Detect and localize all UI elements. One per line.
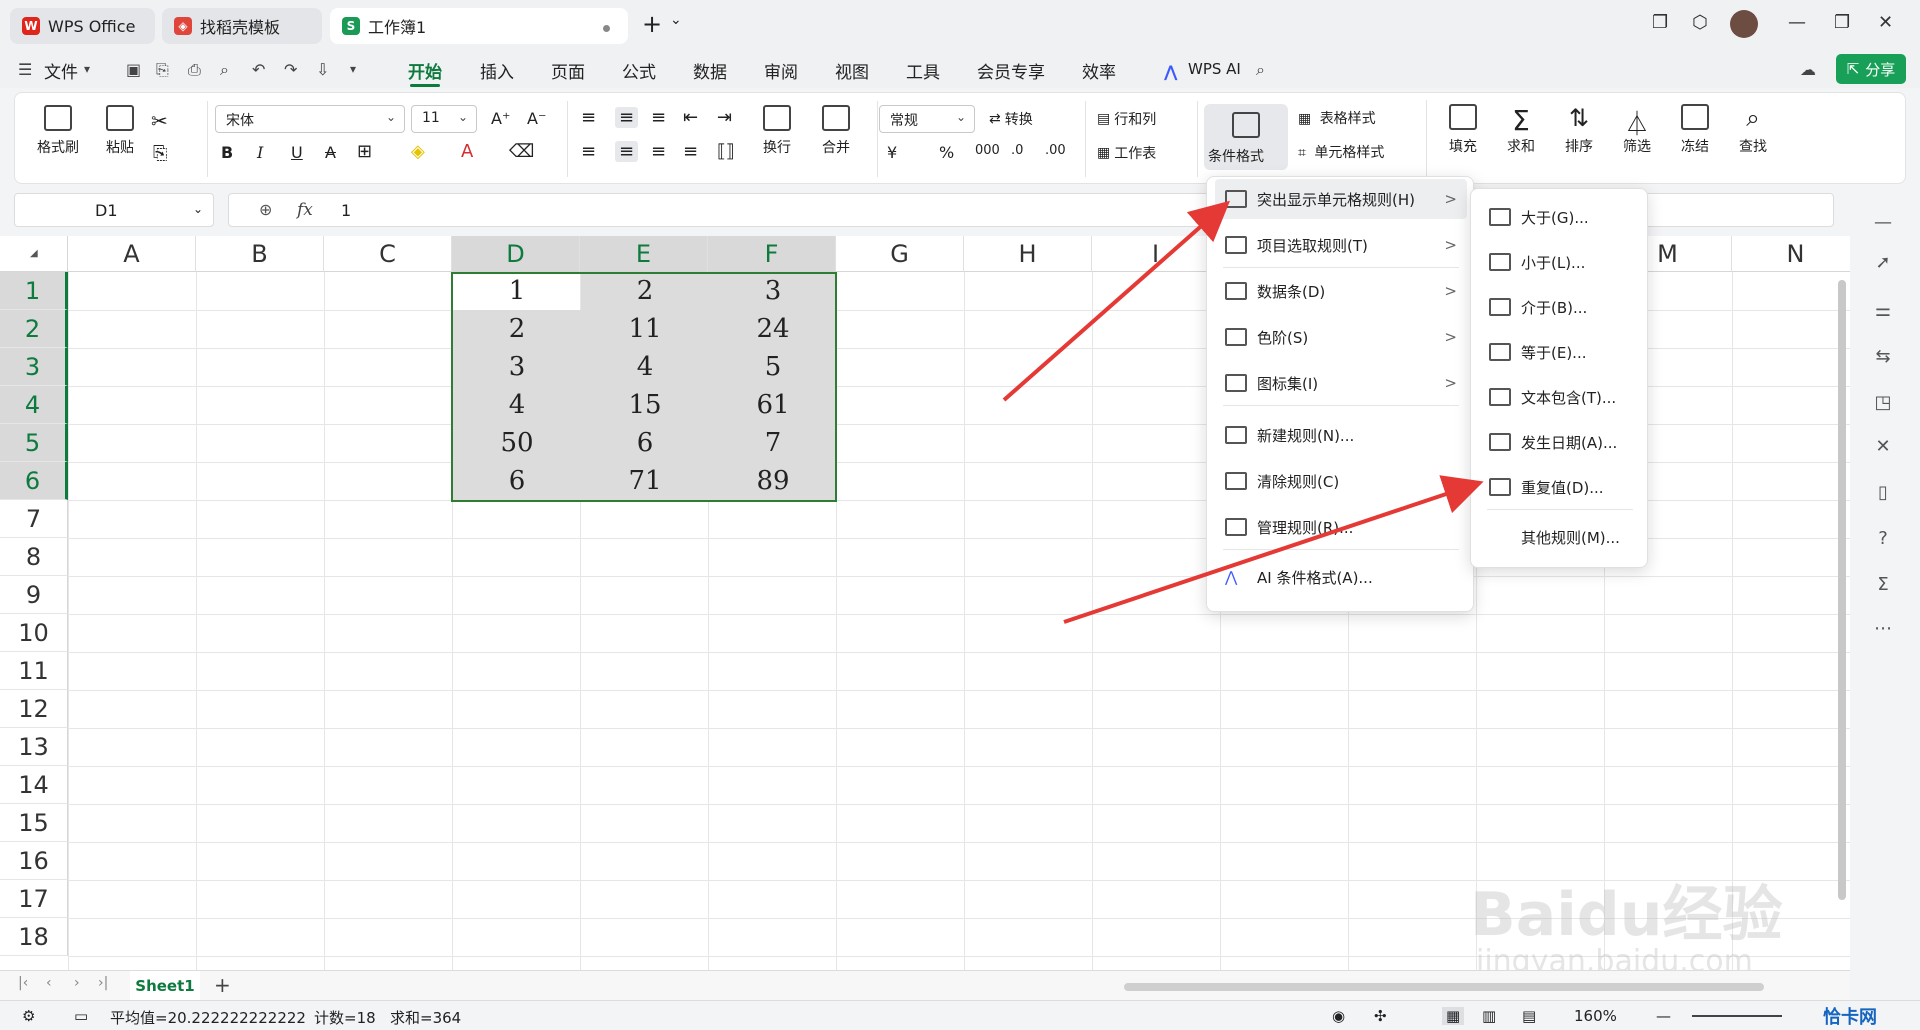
tools-icon[interactable]: ✕ (1872, 436, 1894, 458)
more-icon[interactable]: ⋯ (1872, 618, 1894, 640)
collapse-icon[interactable]: — (1872, 212, 1894, 234)
zoom-level[interactable]: 160% (1574, 1007, 1617, 1025)
status-average: 平均值=20.222222222222 (110, 1009, 306, 1027)
last-sheet-icon[interactable]: ›| (98, 975, 108, 991)
crosshair-icon[interactable]: ✣ (1374, 1007, 1387, 1025)
zoom-out-icon[interactable]: — (1656, 1007, 1671, 1025)
corner-watermark: 恰卡网 (1823, 1007, 1877, 1028)
first-sheet-icon[interactable]: |‹ (18, 975, 28, 991)
arrow-to-duplicate-values (1063, 475, 1484, 624)
next-sheet-icon[interactable]: › (74, 975, 80, 991)
selection-mode-icon[interactable]: ▭ (74, 1007, 88, 1025)
arrow-to-highlight-rules (1002, 200, 1231, 402)
normal-view-icon[interactable]: ▦ (1442, 1007, 1465, 1025)
sheet-tab-sheet1[interactable]: Sheet1 (130, 971, 200, 1001)
book-icon[interactable]: ▯ (1872, 482, 1894, 504)
page-layout-icon[interactable]: ▥ (1482, 1007, 1496, 1025)
transfer-icon[interactable]: ⇆ (1872, 346, 1894, 368)
sigma-icon[interactable]: Σ (1872, 574, 1894, 596)
zoom-slider[interactable] (1692, 1015, 1782, 1017)
prev-sheet-icon[interactable]: ‹ (46, 975, 52, 991)
cursor-icon[interactable]: ➚ (1872, 252, 1894, 274)
eye-protect-icon[interactable]: ◉ (1332, 1007, 1345, 1025)
right-sidebar: — ➚ ⚌ ⇆ ◳ ✕ ▯ ? Σ ⋯ (1850, 190, 1920, 1000)
macro-icon[interactable]: ⚙ (22, 1007, 35, 1025)
horizontal-scrollbar[interactable] (1124, 983, 1764, 991)
annotation-arrows (1002, 200, 1484, 624)
help-icon[interactable]: ? (1872, 528, 1894, 550)
chart-icon[interactable]: ◳ (1872, 392, 1894, 414)
status-count: 计数=18 (314, 1009, 376, 1027)
status-sum: 求和=364 (390, 1009, 462, 1027)
settings-sliders-icon[interactable]: ⚌ (1872, 300, 1894, 322)
sheet-tab-bar: |‹ ‹ › ›| Sheet1 + (0, 970, 1850, 1001)
page-break-icon[interactable]: ▤ (1522, 1007, 1536, 1025)
status-bar: ⚙ ▭ 平均值=20.222222222222 计数=18 求和=364 ◉ ✣… (0, 1000, 1920, 1030)
add-sheet-button[interactable]: + (214, 973, 231, 997)
